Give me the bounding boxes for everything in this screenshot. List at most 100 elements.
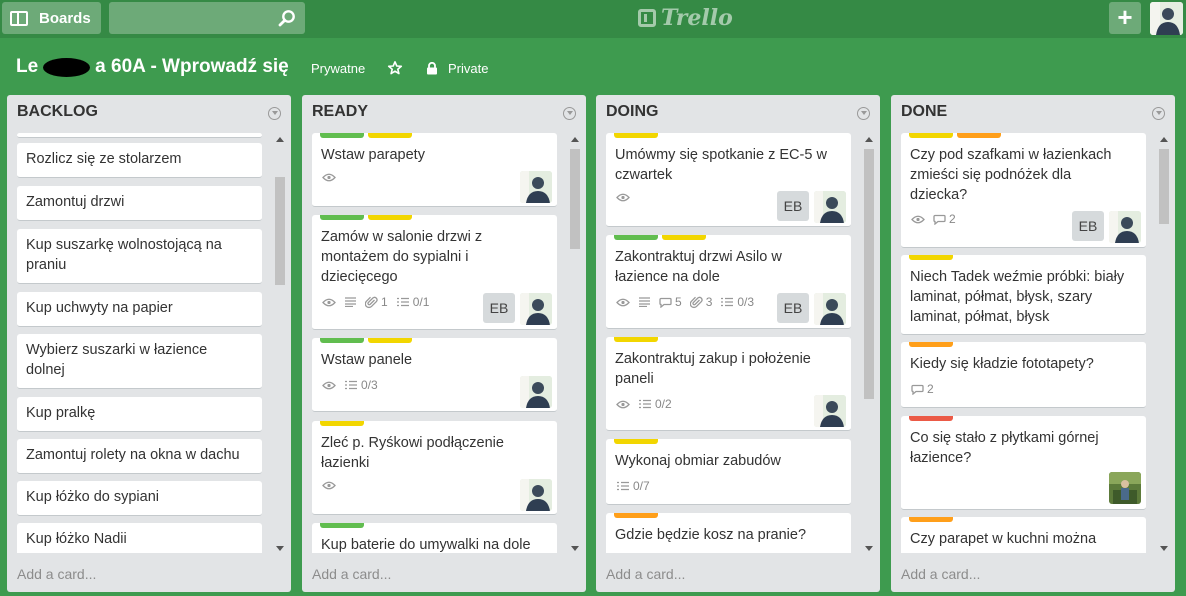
card[interactable]: Niech Tadek weźmie próbki: biały laminat…	[901, 255, 1146, 335]
search-input[interactable]	[109, 2, 305, 34]
card-labels	[909, 255, 953, 260]
list-title[interactable]: READY	[312, 103, 368, 121]
scroll-up-icon[interactable]	[276, 137, 284, 142]
scroll-up-icon[interactable]	[865, 137, 873, 142]
checklist-badge: 0/2	[638, 397, 672, 411]
card-labels	[320, 338, 412, 343]
scroll-up-icon[interactable]	[1160, 137, 1168, 142]
add-card-link[interactable]: Add a card...	[606, 566, 685, 582]
add-card-link[interactable]: Add a card...	[17, 566, 96, 582]
list-scrollbar[interactable]	[273, 135, 287, 553]
card-labels	[614, 439, 658, 444]
scroll-up-icon[interactable]	[571, 137, 579, 142]
member-initials[interactable]: EB	[777, 293, 809, 323]
card[interactable]: Umówmy się spotkanie z EC-5 w czwartek E…	[606, 133, 851, 227]
paperclip-icon	[689, 296, 703, 308]
list-menu-icon[interactable]	[1152, 107, 1165, 120]
member-avatar[interactable]	[520, 376, 552, 408]
card[interactable]: Zamów w salonie drzwi z montażem do sypi…	[312, 215, 557, 330]
card[interactable]: Wstaw parapety	[312, 133, 557, 207]
boards-label: Boards	[39, 9, 91, 27]
scroll-thumb[interactable]	[570, 149, 580, 249]
list-cards: Wstaw parapety Zamów w salonie drzwi z m…	[302, 133, 586, 553]
member-avatar[interactable]	[520, 293, 552, 325]
card-title: Czy pod szafkami w łazienkach zmieści si…	[910, 147, 1112, 203]
member-avatar[interactable]	[1109, 211, 1141, 243]
checklist-badge: 0/7	[616, 479, 650, 493]
scroll-down-icon[interactable]	[1160, 546, 1168, 551]
card[interactable]: Kup suszarkę wolnostojącą na praniu	[17, 229, 262, 284]
card[interactable]: Kiedy się kładzie fototapety? 2	[901, 342, 1146, 408]
card[interactable]: Zleć p. Ryśkowi podłączenie łazienki	[312, 421, 557, 515]
list-title[interactable]: DOING	[606, 103, 658, 121]
scroll-thumb[interactable]	[864, 149, 874, 399]
card-badges: 2	[911, 382, 934, 396]
label-green	[614, 235, 658, 240]
member-avatar[interactable]	[814, 191, 846, 223]
list-scrollbar[interactable]	[568, 135, 582, 553]
paperclip-icon	[365, 296, 378, 308]
trello-logo-icon	[638, 9, 656, 27]
member-avatar[interactable]	[520, 171, 552, 203]
trello-logo[interactable]: Trello	[638, 4, 733, 32]
list-scrollbar[interactable]	[1157, 135, 1171, 553]
list-title[interactable]: BACKLOG	[17, 103, 98, 121]
card[interactable]: Zakontraktuj zakup i położenie paneli 0/…	[606, 337, 851, 431]
card[interactable]: Kup łóżko do sypiani	[17, 481, 262, 516]
member-initials[interactable]: EB	[777, 191, 809, 221]
card[interactable]: Co się stało z płytkami górnej łazience?	[901, 416, 1146, 510]
card[interactable]: Zamontuj drzwi	[17, 186, 262, 221]
card-labels	[909, 517, 953, 522]
card[interactable]: Wstaw panele 0/3	[312, 338, 557, 412]
search-box[interactable]	[109, 2, 305, 34]
card-title: Gdzie będzie kosz na pranie?	[615, 527, 807, 543]
comment-icon	[659, 297, 672, 308]
card-title: Rozlicz się ze stolarzem	[26, 151, 182, 167]
card-badges: 1 0/1	[322, 295, 429, 309]
member-initials[interactable]: EB	[1072, 211, 1104, 241]
member-initials[interactable]: EB	[483, 293, 515, 323]
list-menu-icon[interactable]	[268, 107, 281, 120]
board-visibility[interactable]: Private	[448, 61, 488, 76]
card[interactable]: Wykonaj obmiar zabudów 0/7	[606, 439, 851, 505]
boards-button[interactable]: Boards	[2, 2, 101, 34]
card[interactable]: Zamontuj rolety na okna w dachu	[17, 439, 262, 474]
list-scrollbar[interactable]	[862, 135, 876, 553]
member-avatar[interactable]	[520, 479, 552, 511]
card[interactable]: Zakontraktuj drzwi Asilo w łazience na d…	[606, 235, 851, 329]
add-card-link[interactable]: Add a card...	[312, 566, 391, 582]
search-icon[interactable]	[278, 9, 296, 27]
scroll-down-icon[interactable]	[571, 546, 579, 551]
scroll-down-icon[interactable]	[276, 546, 284, 551]
list-menu-icon[interactable]	[563, 107, 576, 120]
comments-badge: 2	[933, 212, 956, 226]
board-visibility-pl[interactable]: Prywatne	[311, 61, 365, 76]
list-title[interactable]: DONE	[901, 103, 947, 121]
card[interactable]: Kup uchwyty na papier	[17, 292, 262, 327]
avatar-image	[520, 293, 552, 325]
member-avatar[interactable]	[814, 395, 846, 427]
card[interactable]: Czy parapet w kuchni można	[901, 517, 1146, 553]
add-card-link[interactable]: Add a card...	[901, 566, 980, 582]
user-avatar[interactable]	[1150, 2, 1183, 35]
card[interactable]: Kup baterie do umywalki na dole	[312, 523, 557, 553]
add-button[interactable]: +	[1109, 2, 1141, 34]
scroll-thumb[interactable]	[275, 177, 285, 285]
card[interactable]: Czy pod szafkami w łazienkach zmieści si…	[901, 133, 1146, 248]
member-avatar-photo[interactable]	[1109, 472, 1141, 504]
scroll-down-icon[interactable]	[865, 546, 873, 551]
card[interactable]: Wybierz suszarki w łazience dolnej	[17, 334, 262, 389]
card[interactable]: Kup pralkę	[17, 397, 262, 432]
card[interactable]: Gdzie będzie kosz na pranie?	[606, 513, 851, 553]
list-menu-icon[interactable]	[857, 107, 870, 120]
checklist-badge: 0/3	[720, 295, 754, 309]
star-icon[interactable]	[387, 60, 403, 76]
label-yellow	[614, 439, 658, 444]
card[interactable]: Rozlicz się ze stolarzem	[17, 143, 262, 178]
avatar-image	[1109, 472, 1141, 504]
member-avatar[interactable]	[814, 293, 846, 325]
card-partial[interactable]	[17, 133, 262, 138]
card[interactable]: Kup łóżko Nadii	[17, 523, 262, 553]
scroll-thumb[interactable]	[1159, 149, 1169, 224]
list-ready: READY Wstaw parapety Zamów w salonie drz…	[302, 95, 586, 592]
